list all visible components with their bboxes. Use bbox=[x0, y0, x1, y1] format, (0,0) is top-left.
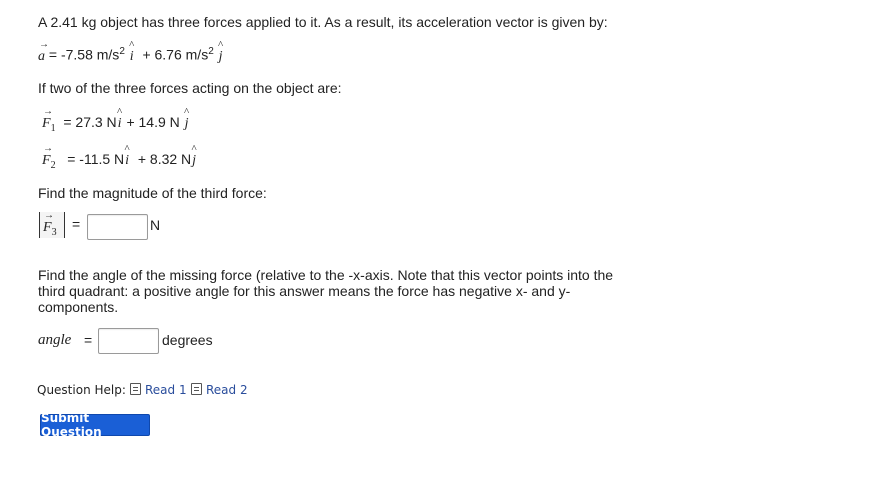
unit-vector-i: ^ i bbox=[129, 38, 135, 64]
force-2-y: + 8.32 N bbox=[137, 151, 192, 167]
document-icon bbox=[130, 383, 141, 395]
unit-vector-j: ^ j bbox=[184, 106, 190, 132]
force-1-symbol: → F1 bbox=[42, 106, 56, 134]
magnitude-equals: = bbox=[72, 216, 81, 232]
question-help-label: Question Help: bbox=[37, 383, 126, 397]
acceleration-equation: → a = -7.58 m/s2 ^ i + 6.76 m/s2 ^ j bbox=[38, 38, 224, 65]
angle-unit: degrees bbox=[162, 332, 213, 348]
angle-label: angle bbox=[38, 332, 72, 348]
angle-input[interactable] bbox=[98, 328, 159, 354]
force-1-equation: → F1 = 27.3 N ^ i + 14.9 N ^ j bbox=[42, 106, 190, 134]
accel-y-exp: 2 bbox=[208, 46, 214, 57]
accel-x-exp: 2 bbox=[119, 46, 125, 57]
problem-intro: A 2.41 kg object has three forces applie… bbox=[38, 14, 608, 30]
submit-question-button[interactable]: Submit Question bbox=[40, 411, 150, 439]
magnitude-prompt: Find the magnitude of the third force: bbox=[38, 185, 267, 201]
accel-x: = -7.58 m/s bbox=[48, 46, 120, 63]
force-2-equation: → F2 = -11.5 N ^ i + 8.32 N ^ j bbox=[42, 143, 197, 171]
accel-y: + 6.76 m/s bbox=[142, 46, 209, 63]
unit-vector-i: ^ i bbox=[117, 106, 123, 132]
force-1-x: = 27.3 N bbox=[63, 114, 117, 130]
forces-intro: If two of the three forces acting on the… bbox=[38, 80, 342, 96]
angle-equals: = bbox=[84, 332, 93, 348]
force-2-symbol: → F2 bbox=[42, 143, 56, 171]
unit-vector-i: ^ i bbox=[124, 143, 130, 169]
force-2-x: = -11.5 N bbox=[67, 151, 125, 167]
angle-prompt-line-1: Find the angle of the missing force (rel… bbox=[38, 267, 614, 283]
read-2-link[interactable]: Read 2 bbox=[191, 383, 248, 397]
magnitude-unit: N bbox=[150, 217, 161, 233]
force-3-magnitude-symbol: → F3 bbox=[39, 211, 65, 238]
angle-prompt-line-2: third quadrant: a positive angle for thi… bbox=[38, 283, 571, 299]
unit-vector-j: ^ j bbox=[191, 143, 197, 169]
force-1-y: + 14.9 N bbox=[126, 114, 180, 130]
read-1-link[interactable]: Read 1 bbox=[130, 383, 187, 397]
document-icon bbox=[191, 383, 202, 395]
acceleration-symbol: → a bbox=[38, 38, 49, 64]
unit-vector-j: ^ j bbox=[218, 38, 224, 64]
magnitude-input[interactable] bbox=[87, 214, 148, 240]
angle-prompt-line-3: components. bbox=[38, 299, 119, 315]
